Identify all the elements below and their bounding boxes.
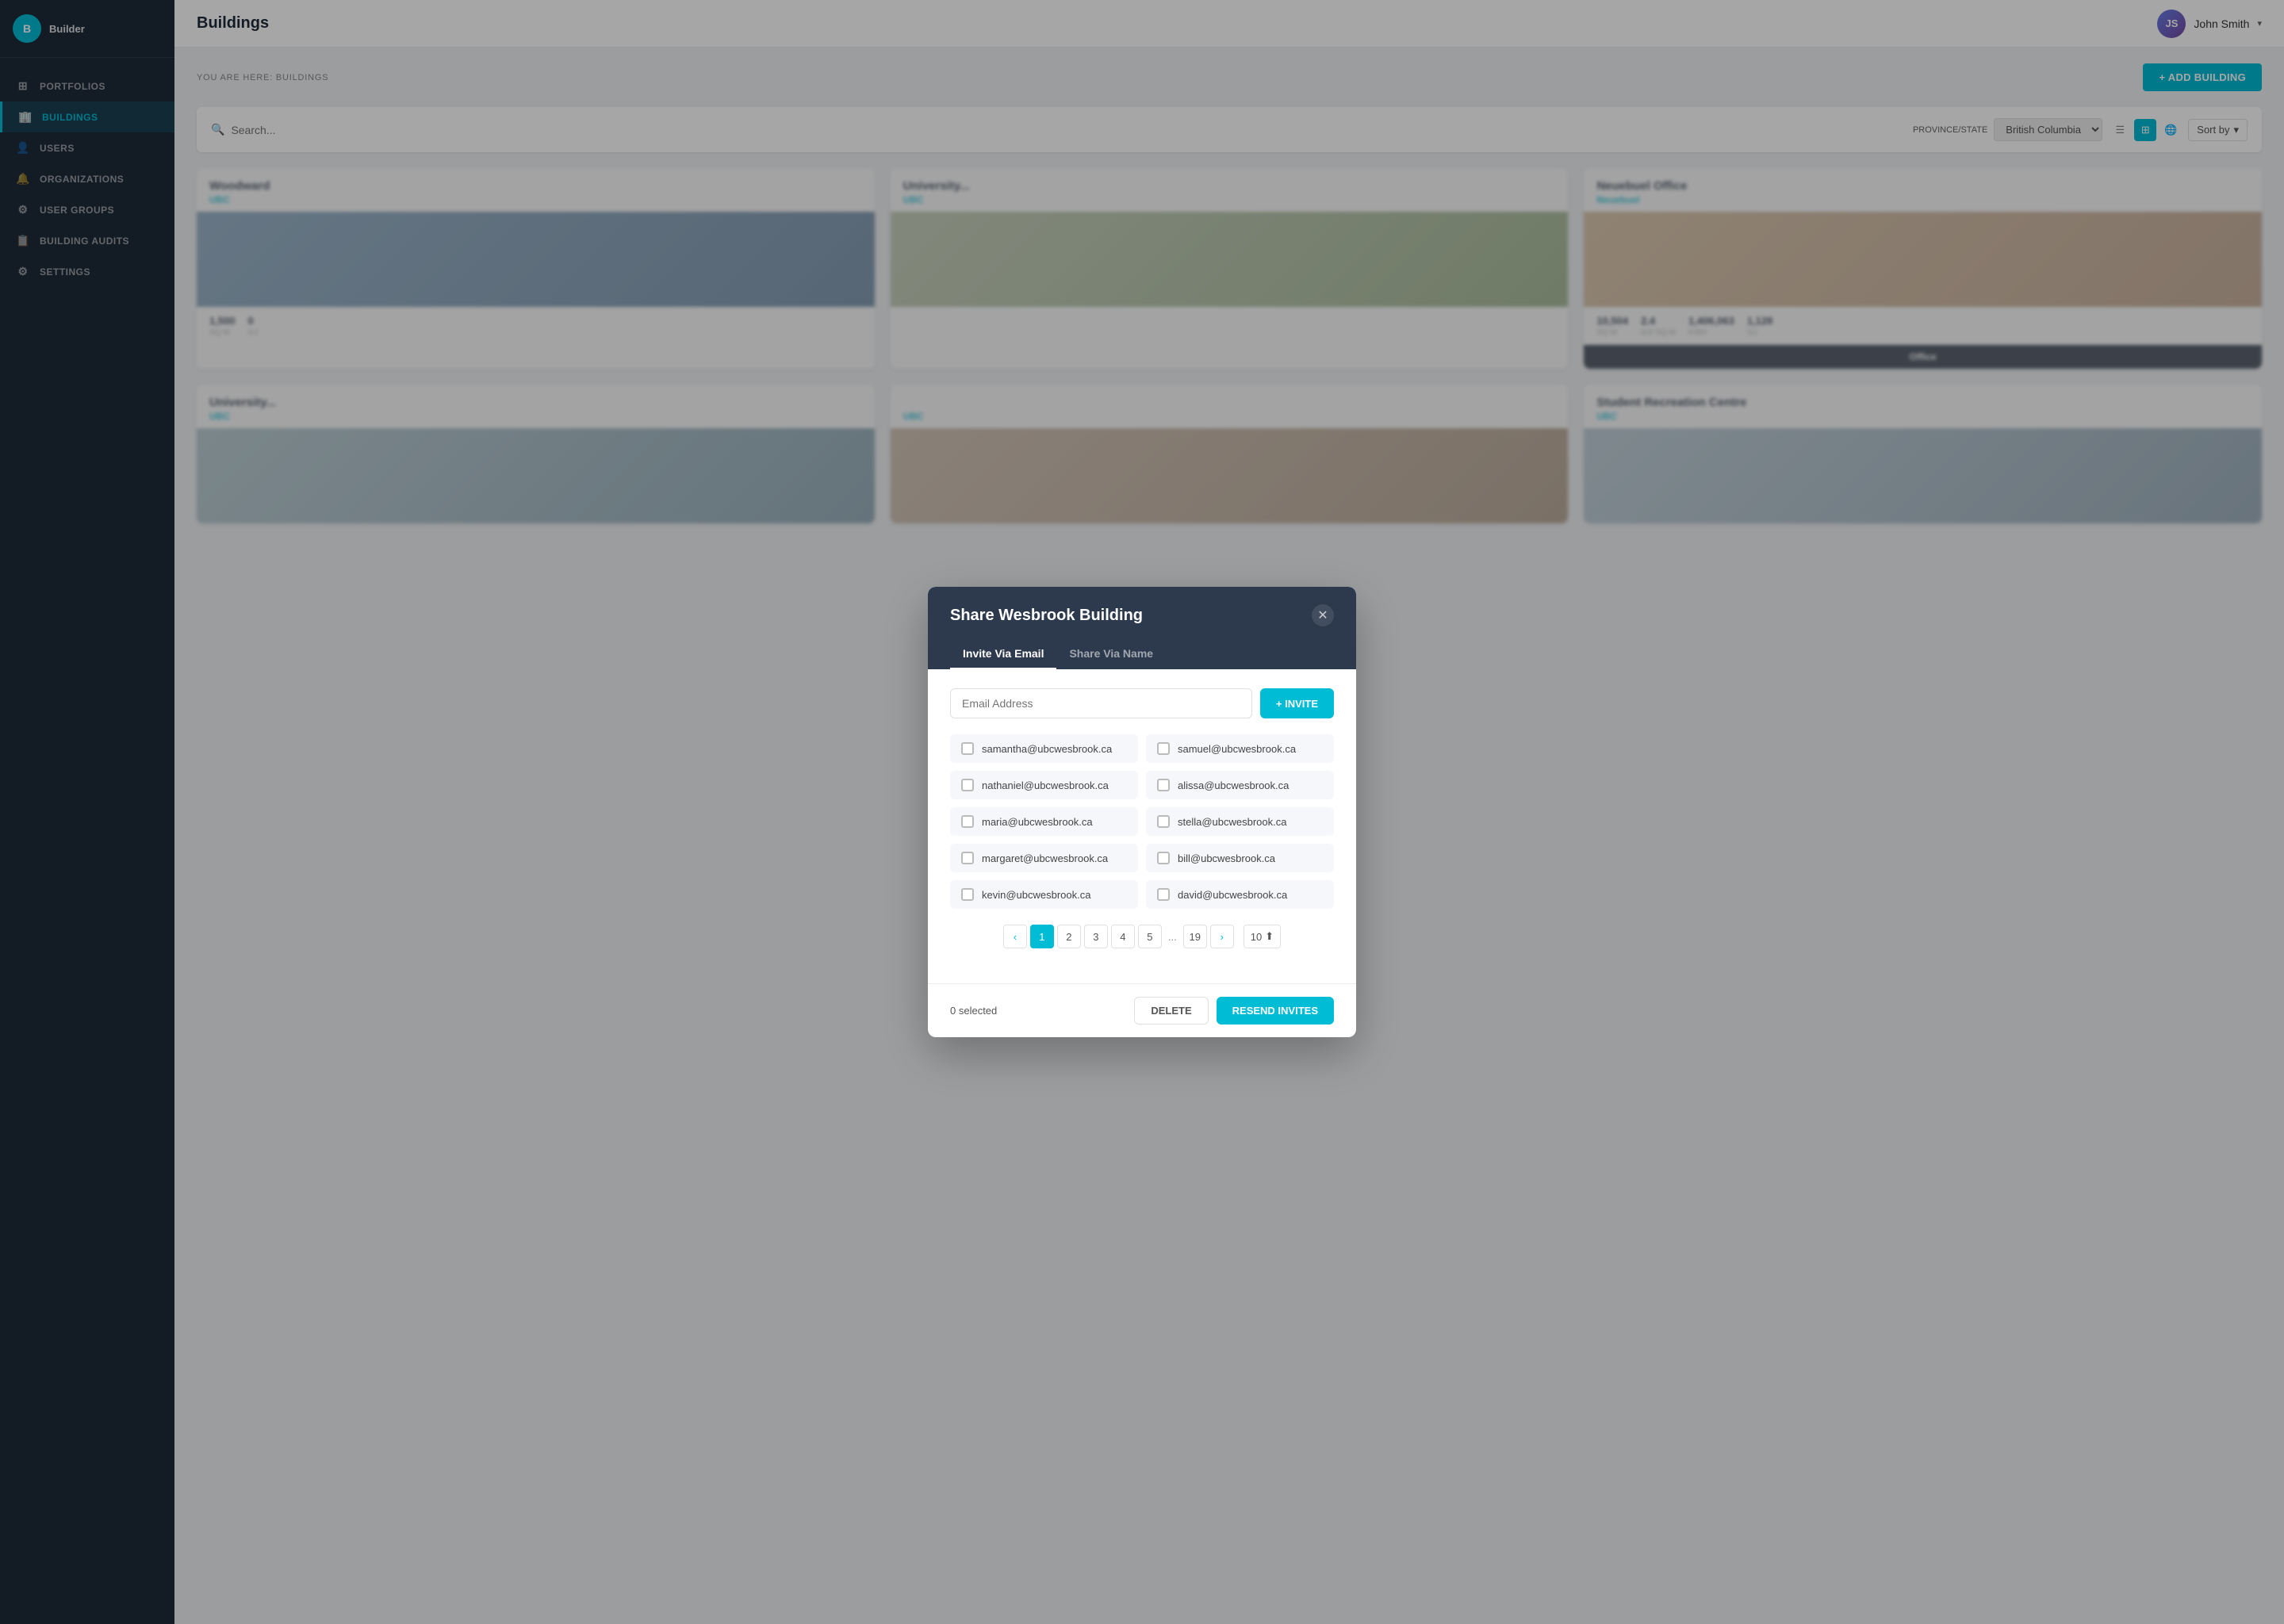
email-checkbox-2[interactable] (1157, 742, 1170, 755)
invite-button[interactable]: + INVITE (1260, 688, 1334, 718)
email-address-6: stella@ubcwesbrook.ca (1178, 816, 1286, 828)
modal-header: Share Wesbrook Building ✕ Invite Via Ema… (928, 587, 1356, 669)
email-item-6[interactable]: stella@ubcwesbrook.ca (1146, 807, 1334, 836)
email-checkbox-1[interactable] (961, 742, 974, 755)
delete-button[interactable]: DELETE (1134, 997, 1208, 1025)
email-checkbox-7[interactable] (961, 852, 974, 864)
email-checkbox-8[interactable] (1157, 852, 1170, 864)
tab-share-name[interactable]: Share Via Name (1056, 639, 1166, 669)
email-item-1[interactable]: samantha@ubcwesbrook.ca (950, 734, 1138, 763)
email-address-5: maria@ubcwesbrook.ca (982, 816, 1093, 828)
email-checkbox-5[interactable] (961, 815, 974, 828)
share-modal: Share Wesbrook Building ✕ Invite Via Ema… (928, 587, 1356, 1037)
email-item-8[interactable]: bill@ubcwesbrook.ca (1146, 844, 1334, 872)
per-page-select[interactable]: 10 ⬆ (1244, 925, 1281, 948)
email-item-9[interactable]: kevin@ubcwesbrook.ca (950, 880, 1138, 909)
modal-overlay: Share Wesbrook Building ✕ Invite Via Ema… (0, 0, 2284, 1624)
modal-tabs: Invite Via Email Share Via Name (950, 639, 1334, 669)
email-item-7[interactable]: margaret@ubcwesbrook.ca (950, 844, 1138, 872)
invite-row: + INVITE (950, 688, 1334, 718)
email-checkbox-3[interactable] (961, 779, 974, 791)
email-checkbox-4[interactable] (1157, 779, 1170, 791)
page-2-button[interactable]: 2 (1057, 925, 1081, 948)
emails-grid: samantha@ubcwesbrook.ca samuel@ubcwesbro… (950, 734, 1334, 909)
modal-footer: 0 selected DELETE RESEND INVITES (928, 983, 1356, 1037)
email-checkbox-9[interactable] (961, 888, 974, 901)
tab-invite-email[interactable]: Invite Via Email (950, 639, 1056, 669)
email-address-2: samuel@ubcwesbrook.ca (1178, 743, 1296, 755)
page-5-button[interactable]: 5 (1138, 925, 1162, 948)
email-address-8: bill@ubcwesbrook.ca (1178, 852, 1275, 864)
email-checkbox-10[interactable] (1157, 888, 1170, 901)
page-3-button[interactable]: 3 (1084, 925, 1108, 948)
modal-close-button[interactable]: ✕ (1312, 604, 1334, 626)
email-address-3: nathaniel@ubcwesbrook.ca (982, 779, 1109, 791)
email-item-5[interactable]: maria@ubcwesbrook.ca (950, 807, 1138, 836)
page-1-button[interactable]: 1 (1030, 925, 1054, 948)
email-address-4: alissa@ubcwesbrook.ca (1178, 779, 1289, 791)
page-19-button[interactable]: 19 (1183, 925, 1207, 948)
email-checkbox-6[interactable] (1157, 815, 1170, 828)
prev-page-button[interactable]: ‹ (1003, 925, 1027, 948)
email-address-10: david@ubcwesbrook.ca (1178, 889, 1287, 901)
page-dots: ... (1165, 931, 1180, 943)
modal-title: Share Wesbrook Building (950, 607, 1143, 625)
email-item-3[interactable]: nathaniel@ubcwesbrook.ca (950, 771, 1138, 799)
next-page-button[interactable]: › (1210, 925, 1234, 948)
pagination: ‹ 1 2 3 4 5 ... 19 › 10 ⬆ (950, 925, 1334, 948)
resend-invites-button[interactable]: RESEND INVITES (1217, 997, 1334, 1025)
modal-body: + INVITE samantha@ubcwesbrook.ca samuel@… (928, 669, 1356, 983)
footer-actions: DELETE RESEND INVITES (1134, 997, 1334, 1025)
email-item-10[interactable]: david@ubcwesbrook.ca (1146, 880, 1334, 909)
selected-count: 0 selected (950, 1005, 997, 1017)
email-address-1: samantha@ubcwesbrook.ca (982, 743, 1112, 755)
email-item-4[interactable]: alissa@ubcwesbrook.ca (1146, 771, 1334, 799)
page-4-button[interactable]: 4 (1111, 925, 1135, 948)
per-page-chevron-icon: ⬆ (1265, 930, 1274, 943)
email-item-2[interactable]: samuel@ubcwesbrook.ca (1146, 734, 1334, 763)
email-address-9: kevin@ubcwesbrook.ca (982, 889, 1090, 901)
email-address-7: margaret@ubcwesbrook.ca (982, 852, 1108, 864)
email-input[interactable] (950, 688, 1252, 718)
